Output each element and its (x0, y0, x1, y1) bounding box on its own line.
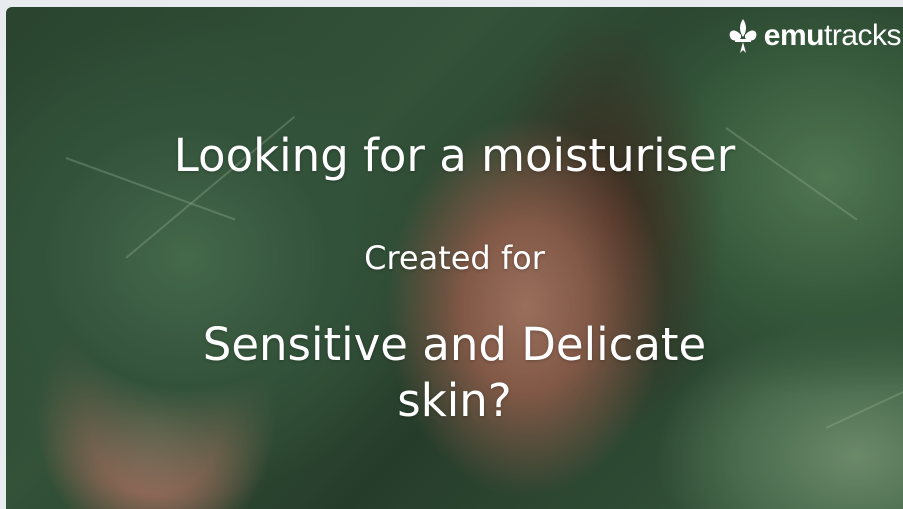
brand-name-part1: emu (763, 19, 825, 52)
ad-tagline-line2: skin? (397, 374, 512, 427)
ad-headline: Looking for a moisturiser (173, 129, 736, 182)
brand-name: emutracks (763, 19, 902, 52)
ad-subheadline: Created for (364, 239, 545, 277)
brand-name-part2: tracks (823, 19, 902, 52)
ad-tagline: Sensitive and Delicate skin? (6, 317, 903, 429)
brand-logo[interactable]: emutracks (726, 17, 902, 55)
ad-frame: emutracks Looking for a moisturiser Crea… (0, 0, 903, 509)
fleur-de-lis-icon (726, 17, 760, 55)
ad-tagline-line1: Sensitive and Delicate (202, 318, 707, 371)
ad-banner[interactable]: emutracks Looking for a moisturiser Crea… (6, 7, 903, 509)
